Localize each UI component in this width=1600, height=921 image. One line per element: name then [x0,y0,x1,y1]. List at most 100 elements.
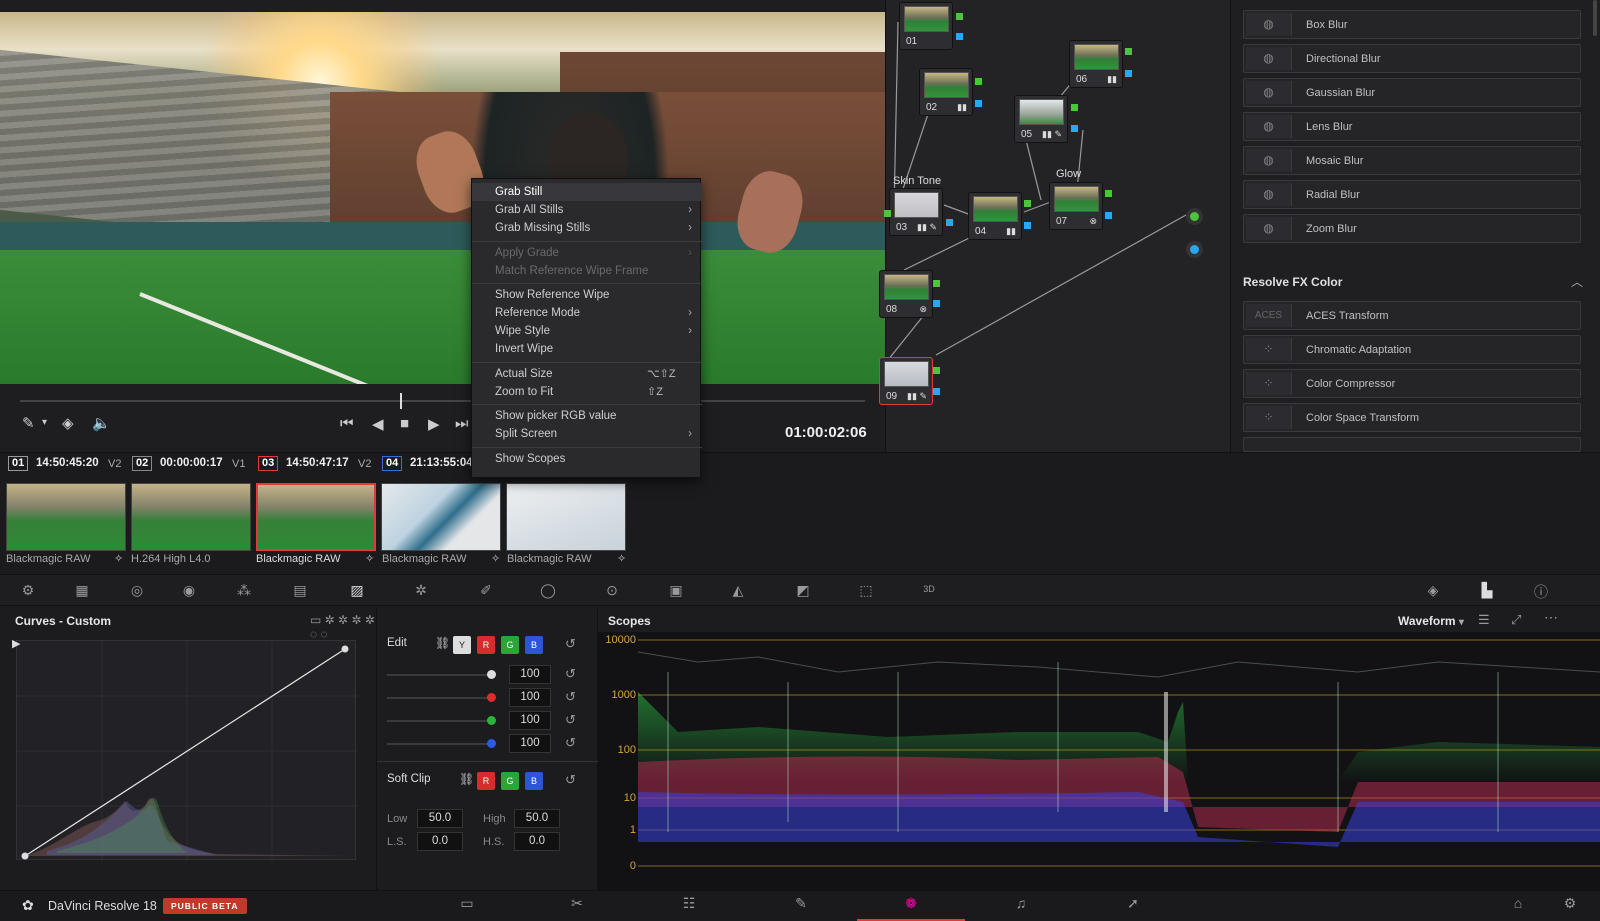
info-icon[interactable]: ⓘ [1530,582,1552,600]
node-pin[interactable] [1071,125,1078,132]
channel-g-button[interactable]: G [501,636,519,654]
fx-radial-blur[interactable]: ◍ Radial Blur [1243,180,1581,209]
fx-lens-blur[interactable]: ◍ Lens Blur [1243,112,1581,141]
playhead[interactable] [400,393,402,409]
menu-item-grab-all-stills[interactable]: Grab All Stills › [472,201,702,219]
scrubber-track[interactable] [20,400,865,402]
node-03[interactable]: 03 ▮▮ ✎ [889,188,943,236]
node-06[interactable]: 06 ▮▮ [1069,40,1123,88]
node-pin[interactable] [1024,200,1031,207]
stop-icon[interactable]: ■ [400,415,409,432]
reset-icon[interactable]: ↺ [565,712,576,728]
slider-y[interactable]: 100 [387,664,587,686]
node-04[interactable]: 04 ▮▮ [968,192,1022,240]
expand-icon[interactable]: ⤢ [1511,612,1521,628]
menu-item-show-reference-wipe[interactable]: Show Reference Wipe [472,286,702,304]
gear-icon[interactable]: ⚙ [1560,895,1580,915]
gear-icon[interactable]: ✧ [114,552,123,565]
node-pin[interactable] [1071,104,1078,111]
gear-icon[interactable]: ✧ [365,552,374,565]
reset-icon[interactable]: ↺ [565,735,576,751]
fx-zoom-blur[interactable]: ◍ Zoom Blur [1243,214,1581,243]
menu-item-grab-missing-stills[interactable]: Grab Missing Stills › [472,219,702,237]
node-pin[interactable] [975,78,982,85]
fx-aces-transform[interactable]: ACES ACES Transform [1243,301,1581,330]
node-pin[interactable] [956,13,963,20]
menu-item-grab-still[interactable]: Grab Still [472,183,702,201]
viewer-image[interactable] [0,12,885,384]
menu-item-actual-size[interactable]: Actual Size ⌥⇧Z [472,365,702,383]
reset-icon[interactable]: ↺ [565,689,576,705]
menu-item-zoom-to-fit[interactable]: Zoom to Fit ⇧Z [472,383,702,401]
softclip-g-button[interactable]: G [501,772,519,790]
scopes-toggle-icon[interactable]: ▙ [1476,582,1498,600]
menu-item-show-scopes[interactable]: Show Scopes [472,450,702,468]
node-pin[interactable] [933,388,940,395]
play-icon[interactable]: ▶ [428,415,440,433]
menu-item-split-screen[interactable]: Split Screen › [472,425,702,443]
fx-mosaic-blur[interactable]: ◍ Mosaic Blur [1243,146,1581,175]
scope-mode-dropdown[interactable]: Waveform ▾ [1398,614,1464,628]
key-icon[interactable]: ◩ [792,582,814,600]
node-pin[interactable] [946,219,953,226]
home-icon[interactable]: ⌂ [1508,895,1528,915]
curve-graph[interactable] [16,640,357,861]
color-wheels-icon[interactable]: ◎ [126,582,148,600]
fx-next-item[interactable] [1243,437,1581,452]
link-icon[interactable]: ⛓ [459,772,474,786]
waveform-display[interactable]: 10000 1000 100 10 1 0 [598,632,1600,890]
gear-icon[interactable]: ✧ [491,552,500,565]
picker-icon[interactable]: ✎ [22,414,35,432]
layers-icon[interactable]: ◈ [62,414,74,432]
scrollbar[interactable] [1593,0,1597,36]
hdr-wheels-icon[interactable]: ◉ [178,582,200,600]
high-input[interactable]: 50.0 [514,809,560,828]
reset-icon[interactable]: ↺ [565,772,576,788]
node-07[interactable]: 07 ⊗ [1049,182,1103,230]
scope-settings-icon[interactable]: ☰ [1478,612,1490,628]
node-09[interactable]: 09 ▮▮ ✎ [879,357,933,405]
magic-mask-icon[interactable]: ▣ [665,582,687,600]
node-pin[interactable] [1024,222,1031,229]
fairlight-page-icon[interactable]: ♫ [1011,895,1031,915]
node-graph[interactable]: Skin Tone Glow 01 02 ▮▮ 03 ▮▮ ✎ 04 ▮▮ 05 ▮▮ … [879,0,1230,452]
curve-mode-icons[interactable]: ▭ ✲ ✲ ✲ ✲ ◌ ◌ [310,613,376,641]
slider-g[interactable]: 100 [387,710,587,732]
camera-raw-icon[interactable]: ⚙ [17,582,39,600]
volume-icon[interactable]: 🔈 [92,414,111,432]
reset-icon[interactable]: ↺ [565,666,576,682]
node-02[interactable]: 02 ▮▮ [919,68,973,116]
reset-icon[interactable]: ↺ [565,636,576,652]
color-page-icon[interactable]: ❁ [901,895,921,915]
sizing-icon[interactable]: ⬚ [855,582,877,600]
chevron-up-icon[interactable]: ︿ [1571,273,1583,290]
fx-color-compressor[interactable]: ⁘ Color Compressor [1243,369,1581,398]
media-page-icon[interactable]: ▭ [457,895,477,915]
skip-start-icon[interactable]: ⏮ [340,415,354,432]
clip-thumbnail[interactable] [131,483,251,551]
clip-thumbnail-selected[interactable] [256,483,376,551]
node-01[interactable]: 01 [899,2,953,50]
node-05[interactable]: 05 ▮▮ ✎ [1014,95,1068,143]
menu-item-wipe-style[interactable]: Wipe Style › [472,322,702,340]
node-pin[interactable] [956,33,963,40]
clip-thumbnail[interactable] [381,483,501,551]
fx-chromatic-adaptation[interactable]: ⁘ Chromatic Adaptation [1243,335,1581,364]
stereo-3d-icon[interactable]: 3D [918,584,940,602]
chevron-down-icon[interactable]: ▾ [42,417,47,428]
channel-r-button[interactable]: R [477,636,495,654]
softclip-r-button[interactable]: R [477,772,495,790]
clip-thumbnail[interactable] [506,483,626,551]
color-match-icon[interactable]: ▦ [71,582,93,600]
node-pin[interactable] [1105,190,1112,197]
fx-section-header[interactable]: Resolve FX Color [1243,275,1342,289]
node-pin[interactable] [1105,212,1112,219]
ls-input[interactable]: 0.0 [417,832,463,851]
menu-item-reference-mode[interactable]: Reference Mode › [472,304,702,322]
slider-r[interactable]: 100 [387,687,587,709]
more-icon[interactable]: ⋯ [1544,609,1558,626]
hs-input[interactable]: 0.0 [514,832,560,851]
cut-page-icon[interactable]: ✂ [567,895,587,915]
slider-b[interactable]: 100 [387,733,587,755]
node-pin[interactable] [884,210,891,217]
